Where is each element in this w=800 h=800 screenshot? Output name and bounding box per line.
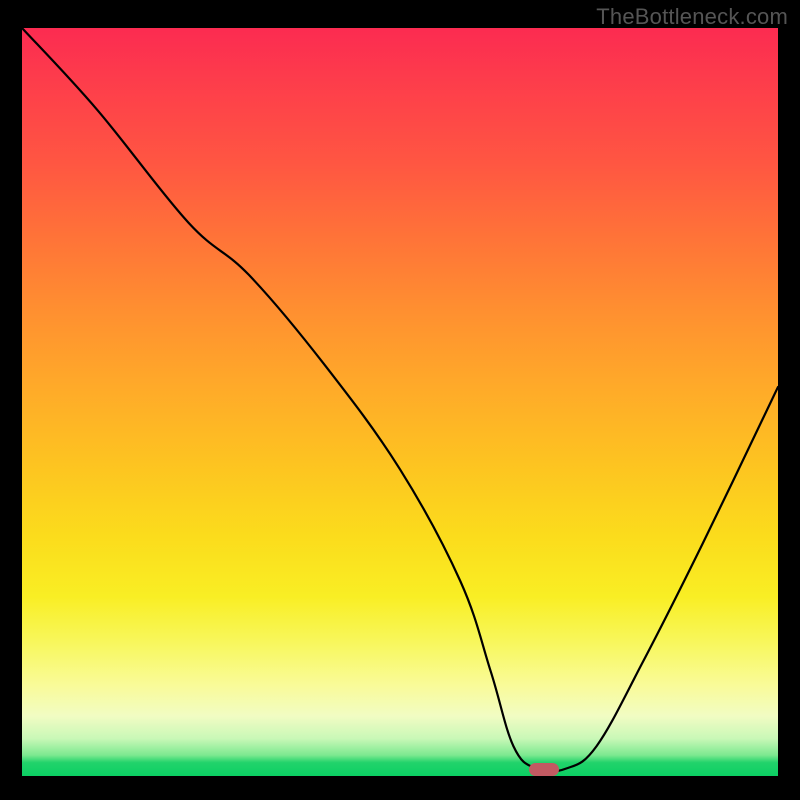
optimal-marker xyxy=(529,763,559,776)
bottleneck-curve xyxy=(22,28,778,776)
watermark-text: TheBottleneck.com xyxy=(596,4,788,30)
plot-area xyxy=(22,28,778,776)
chart-frame: TheBottleneck.com xyxy=(0,0,800,800)
